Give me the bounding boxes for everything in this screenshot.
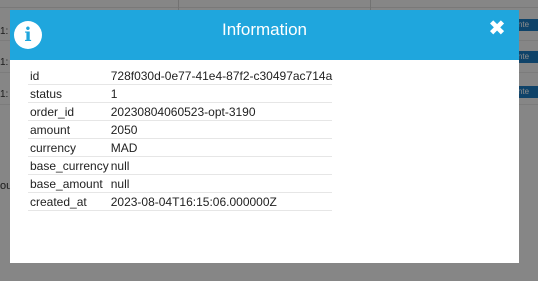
field-value: 2023-08-04T16:15:06.000000Z xyxy=(108,192,333,211)
field-key: base_amount xyxy=(28,174,109,193)
details-row: order_id 20230804060523-opt-3190 xyxy=(28,102,333,121)
field-key: status xyxy=(28,84,109,103)
field-key: base_currency xyxy=(28,156,109,175)
field-key: currency xyxy=(28,138,109,157)
field-value: 20230804060523-opt-3190 xyxy=(108,102,333,121)
modal-header: i Information ✖ xyxy=(10,10,519,60)
field-value: 2050 xyxy=(108,120,333,139)
details-row: currency MAD xyxy=(28,138,333,157)
details-row: status 1 xyxy=(28,84,333,103)
field-value: null xyxy=(108,174,333,193)
field-value: 728f030d-0e77-41e4-87f2-c30497ac714a xyxy=(108,67,333,85)
field-value: MAD xyxy=(108,138,333,157)
close-icon[interactable]: ✖ xyxy=(488,18,506,39)
field-value: null xyxy=(108,156,333,175)
details-row: id 728f030d-0e77-41e4-87f2-c30497ac714a xyxy=(28,67,333,85)
field-key: created_at xyxy=(28,192,109,211)
details-row: amount 2050 xyxy=(28,120,333,139)
details-row: base_currency null xyxy=(28,156,333,175)
details-row: base_amount null xyxy=(28,174,333,193)
information-modal: i Information ✖ id 728f030d-0e77-41e4-87f… xyxy=(10,10,519,263)
details-table: id 728f030d-0e77-41e4-87f2-c30497ac714a st… xyxy=(28,67,333,211)
field-key: amount xyxy=(28,120,109,139)
field-key: order_id xyxy=(28,102,109,121)
field-value: 1 xyxy=(108,84,333,103)
details-row: created_at 2023-08-04T16:15:06.000000Z xyxy=(28,192,333,211)
modal-title: Information xyxy=(221,20,308,39)
field-key: id xyxy=(28,67,109,85)
